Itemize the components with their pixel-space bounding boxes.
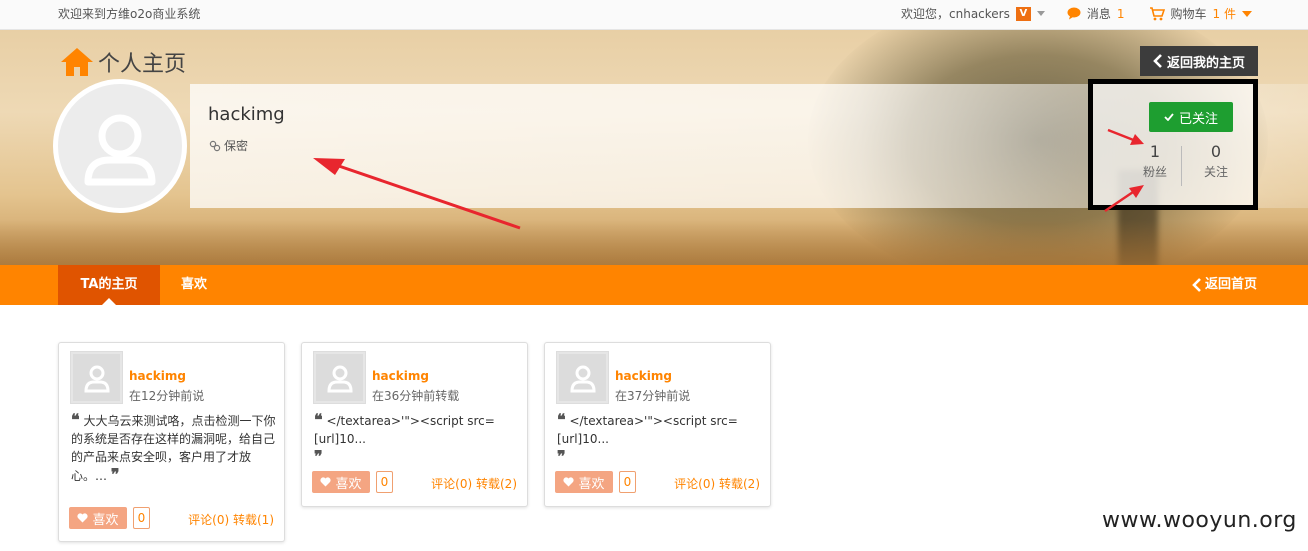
post-time: 在36分钟前转载 xyxy=(372,389,460,403)
chevron-down-icon[interactable] xyxy=(1036,11,1045,16)
post-card: hackimg 在36分钟前转载 ❝ </textarea>'"><script… xyxy=(301,342,528,507)
post-author[interactable]: hackimg xyxy=(129,369,186,383)
page-title: 个人主页 xyxy=(60,46,186,78)
site-welcome-text: 欢迎来到方维o2o商业系统 xyxy=(58,7,201,21)
annotation-arrow-fans xyxy=(1104,185,1144,213)
close-quote-icon: ❞ xyxy=(557,447,566,466)
reposts-link[interactable]: 转载(2) xyxy=(719,477,760,491)
reposts-link[interactable]: 转载(2) xyxy=(476,477,517,491)
user-icon xyxy=(83,365,110,392)
like-button[interactable]: 喜欢 xyxy=(69,507,127,529)
open-quote-icon: ❝ xyxy=(557,410,566,429)
post-actions: 评论(0) 转载(2) xyxy=(431,475,517,492)
post-avatar[interactable] xyxy=(313,351,366,404)
post-author[interactable]: hackimg xyxy=(372,369,429,383)
post-avatar[interactable] xyxy=(70,351,123,404)
following-stat[interactable]: 0 关注 xyxy=(1191,142,1241,180)
watermark: www.wooyun.org xyxy=(1102,508,1297,533)
vip-badge-icon: V xyxy=(1015,6,1031,21)
greeting-text[interactable]: 欢迎您，cnhackers xyxy=(901,5,1010,22)
user-icon xyxy=(84,114,156,186)
followed-button[interactable]: 已关注 xyxy=(1149,102,1233,132)
post-card: hackimg 在37分钟前说 ❝ </textarea>'"><script … xyxy=(544,342,771,507)
like-button[interactable]: 喜欢 xyxy=(555,471,613,493)
annotation-arrow-username xyxy=(313,158,521,230)
post-content: ❝ </textarea>'"><script src=[url]10... ❞ xyxy=(314,410,495,466)
post-actions: 评论(0) 转载(1) xyxy=(188,511,274,528)
user-icon xyxy=(326,365,353,392)
heart-icon xyxy=(77,513,89,523)
gender-icon xyxy=(209,140,221,151)
post-content: ❝ </textarea>'"><script src=[url]10... ❞ xyxy=(557,410,738,466)
fans-label: 粉丝 xyxy=(1142,165,1167,179)
messages-link[interactable]: 消息 xyxy=(1087,5,1111,22)
home-icon xyxy=(61,48,93,76)
close-quote-icon: ❞ xyxy=(314,447,323,466)
post-time: 在37分钟前说 xyxy=(615,389,691,403)
check-icon xyxy=(1164,113,1174,121)
chat-bubble-icon xyxy=(1067,7,1081,20)
messages-count: 1 xyxy=(1116,6,1125,21)
profile-gender: 保密 xyxy=(209,137,248,154)
profile-nav-bar: TA的主页 喜欢 返回首页 xyxy=(0,265,1308,305)
cart-icon xyxy=(1149,6,1165,20)
cart-link[interactable]: 购物车 xyxy=(1171,5,1207,22)
heart-icon xyxy=(320,477,332,487)
back-to-my-home-button[interactable]: 返回我的主页 xyxy=(1140,46,1258,76)
post-author[interactable]: hackimg xyxy=(615,369,672,383)
chevron-left-icon xyxy=(1153,54,1162,68)
like-button[interactable]: 喜欢 xyxy=(312,471,370,493)
post-actions: 评论(0) 转载(2) xyxy=(674,475,760,492)
comments-link[interactable]: 评论(0) xyxy=(188,513,229,527)
comments-link[interactable]: 评论(0) xyxy=(674,477,715,491)
post-card: hackimg 在12分钟前说 ❝ 大大乌云来测试咯，点击检测一下你的系统是否存… xyxy=(58,342,285,542)
like-count: 0 xyxy=(376,471,393,493)
like-count: 0 xyxy=(133,507,150,529)
avatar xyxy=(53,79,187,213)
back-to-homepage-link[interactable]: 返回首页 xyxy=(1192,265,1257,305)
comments-link[interactable]: 评论(0) xyxy=(431,477,472,491)
open-quote-icon: ❝ xyxy=(314,410,323,429)
tab-ta-home[interactable]: TA的主页 xyxy=(58,265,160,305)
cart-dropdown-icon[interactable] xyxy=(1242,10,1252,17)
user-menu: 欢迎您，cnhackers V 消息 1 购物车 1 件 xyxy=(901,5,1252,22)
reposts-link[interactable]: 转载(1) xyxy=(233,513,274,527)
profile-username: hackimg xyxy=(208,104,285,125)
post-content: ❝ 大大乌云来测试咯，点击检测一下你的系统是否存在这样的漏洞呢，给自己的产品来点… xyxy=(71,410,276,484)
following-count: 0 xyxy=(1210,142,1222,161)
open-quote-icon: ❝ xyxy=(71,410,80,429)
following-label: 关注 xyxy=(1203,165,1228,179)
cart-count: 1 件 xyxy=(1212,7,1236,21)
user-icon xyxy=(569,365,596,392)
tab-likes[interactable]: 喜欢 xyxy=(168,265,220,305)
chevron-left-icon xyxy=(1192,278,1201,292)
post-avatar[interactable] xyxy=(556,351,609,404)
post-time: 在12分钟前说 xyxy=(129,389,205,403)
top-bar: 欢迎来到方维o2o商业系统 欢迎您，cnhackers V 消息 1 购物车 1… xyxy=(0,0,1308,30)
annotation-arrow-follow xyxy=(1107,128,1144,145)
heart-icon xyxy=(563,477,575,487)
close-quote-icon: ❞ xyxy=(110,465,120,484)
like-count: 0 xyxy=(619,471,636,493)
